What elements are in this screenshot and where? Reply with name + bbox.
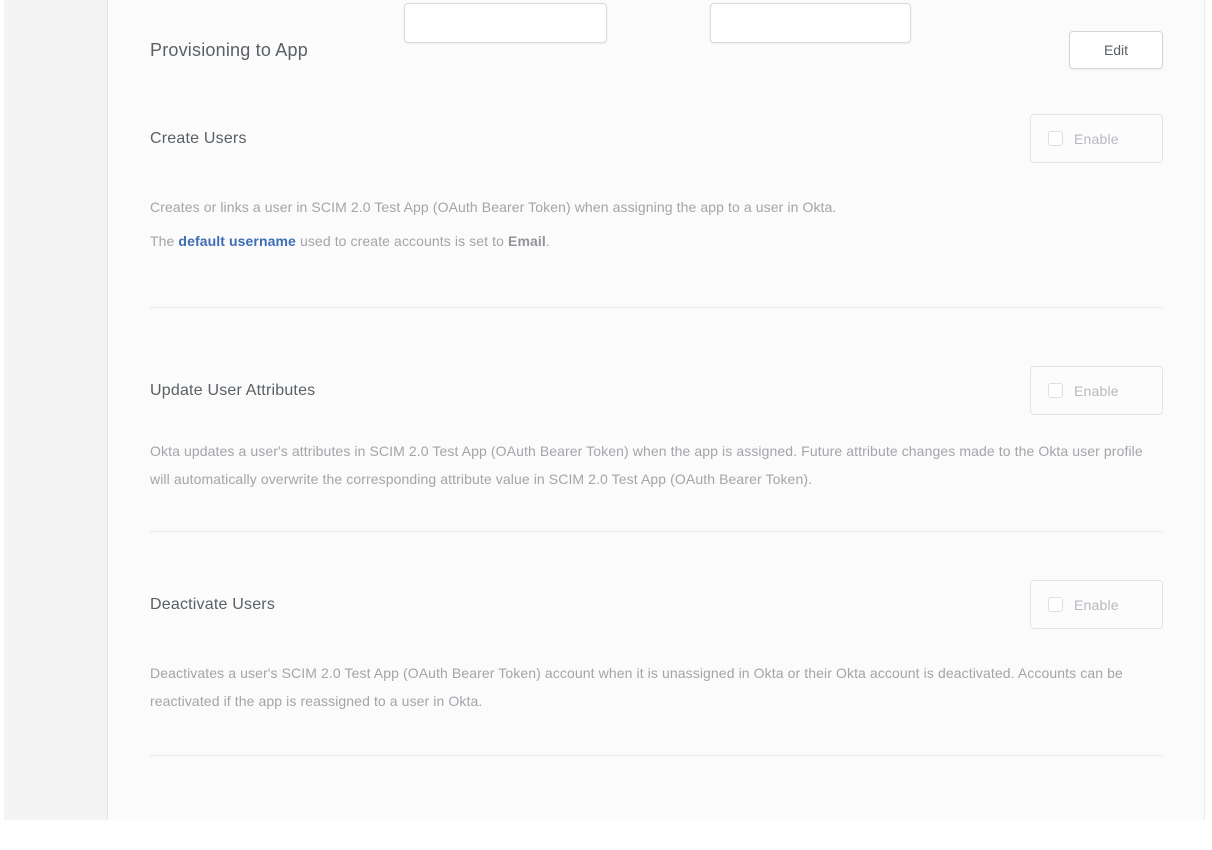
section-create-users: Create Users Enable: [150, 114, 1163, 163]
section-title: Deactivate Users: [150, 596, 275, 614]
section-title: Create Users: [150, 130, 247, 148]
note-suffix: .: [546, 233, 550, 249]
enable-toggle-create-users[interactable]: Enable: [1030, 114, 1163, 163]
note-bold-value: Email: [508, 233, 546, 249]
enable-checkbox[interactable]: [1048, 383, 1063, 398]
section-note: The default username used to create acco…: [150, 227, 1162, 255]
section-update-user-attributes: Update User Attributes Enable: [150, 366, 1163, 415]
section-description: Creates or links a user in SCIM 2.0 Test…: [150, 193, 1162, 221]
enable-checkbox[interactable]: [1048, 597, 1063, 612]
section-divider: [150, 307, 1163, 308]
edit-button[interactable]: Edit: [1069, 31, 1163, 69]
section-divider: [150, 755, 1163, 756]
section-description: Okta updates a user's attributes in SCIM…: [150, 437, 1162, 493]
enable-label: Enable: [1074, 597, 1119, 613]
section-title: Update User Attributes: [150, 382, 315, 400]
note-middle: used to create accounts is set to: [296, 233, 508, 249]
truncated-input-right[interactable]: [710, 3, 911, 43]
enable-toggle-update-user-attributes[interactable]: Enable: [1030, 366, 1163, 415]
page-title: Provisioning to App: [150, 40, 308, 61]
enable-label: Enable: [1074, 131, 1119, 147]
provisioning-panel: Provisioning to App Edit Create Users En…: [109, 0, 1205, 820]
default-username-link[interactable]: default username: [178, 233, 296, 249]
enable-toggle-deactivate-users[interactable]: Enable: [1030, 580, 1163, 629]
section-description: Deactivates a user's SCIM 2.0 Test App (…: [150, 659, 1162, 715]
note-prefix: The: [150, 233, 178, 249]
provisioning-header: Provisioning to App Edit: [150, 30, 1163, 70]
left-sidebar: [4, 0, 108, 820]
section-divider: [150, 531, 1163, 532]
enable-label: Enable: [1074, 383, 1119, 399]
enable-checkbox[interactable]: [1048, 131, 1063, 146]
section-deactivate-users: Deactivate Users Enable: [150, 580, 1163, 629]
truncated-input-left[interactable]: [404, 3, 607, 43]
